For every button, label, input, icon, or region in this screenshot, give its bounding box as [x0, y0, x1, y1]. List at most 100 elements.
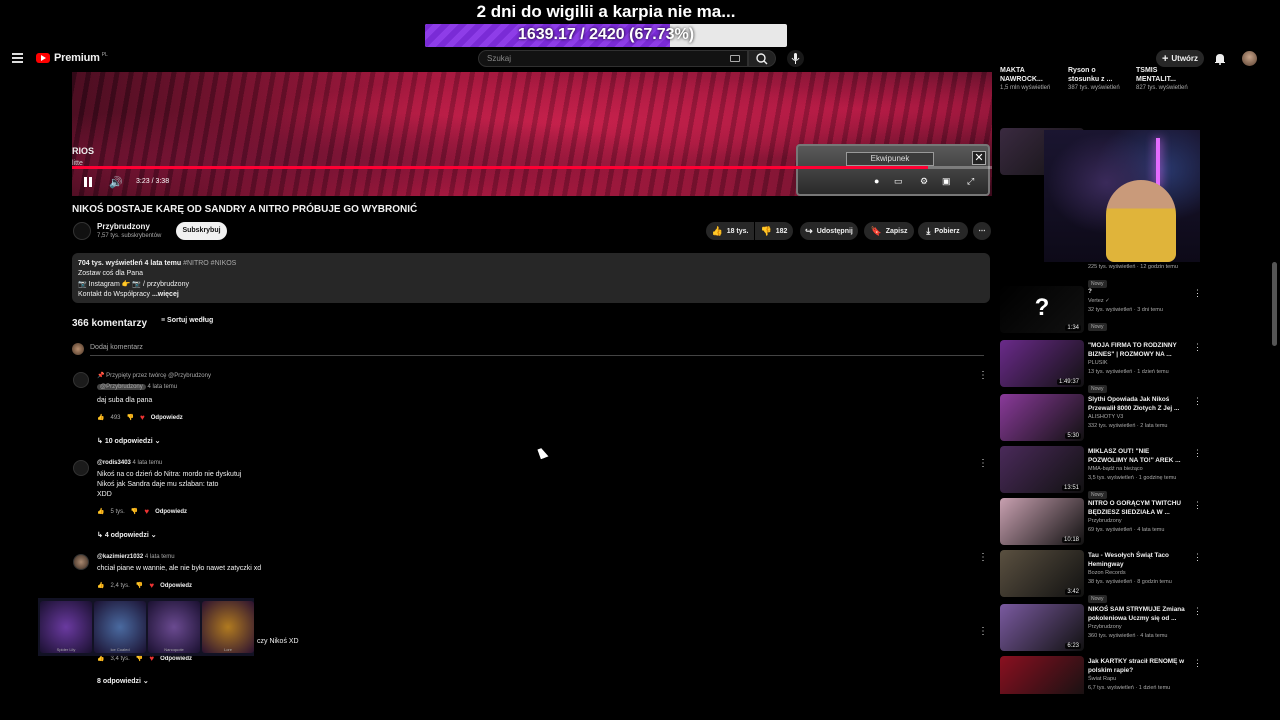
comment-reply-button[interactable]: Odpowiedz [155, 509, 187, 515]
comment-menu-icon[interactable]: ⋮ [978, 458, 988, 469]
download-button[interactable]: ⤓ Pobierz [918, 222, 968, 240]
comment-author[interactable]: @kazimierz1032 [97, 554, 143, 560]
dislike-button[interactable]: 👎 182 [755, 222, 793, 240]
sort-comments-button[interactable]: ≡ Sortuj według [161, 317, 213, 324]
settings-gear-icon[interactable]: ⚙ [920, 176, 928, 187]
comment-menu-icon[interactable]: ⋮ [978, 626, 988, 637]
show-replies-button[interactable]: 8 odpowiedzi ⌄ [97, 677, 149, 685]
description-line-2[interactable]: 📷 Instagram 👉 📷 / przybrudzony [78, 280, 984, 290]
sidebar-video-thumbnail[interactable]: 1:49:37 [1000, 340, 1084, 387]
streamer-webcam-overlay [1044, 130, 1200, 262]
search-button[interactable] [748, 50, 776, 67]
share-button[interactable]: ↪ Udostępnij [800, 222, 858, 240]
comment-dislike-icon[interactable]: 👎 [136, 655, 143, 662]
channel-avatar[interactable] [73, 222, 91, 240]
sidebar-video-info[interactable]: Tau - Wesołych Świąt Taco Hemingway Bozon… [1088, 552, 1188, 605]
comment-like-icon[interactable]: 👍 [97, 655, 104, 662]
comments-count: 366 komentarzy [72, 318, 148, 329]
comment-dislike-icon[interactable]: 👎 [131, 508, 138, 515]
page-scrollbar[interactable] [1272, 262, 1277, 346]
video-overlay-text: RIOS [72, 146, 95, 156]
comment-time[interactable]: 4 lata temu [147, 384, 177, 390]
video-description[interactable]: 704 tys. wyświetleń 4 lata temu #NITRO #… [72, 253, 990, 303]
sidebar-video-menu-icon[interactable]: ⋮ [1193, 396, 1202, 407]
youtube-logo[interactable]: Premium PL [36, 52, 108, 64]
add-comment-input[interactable]: Dodaj komentarz [90, 344, 143, 351]
account-avatar[interactable] [1242, 51, 1257, 66]
sidebar-video-thumbnail[interactable]: 6:23 [1000, 604, 1084, 651]
video-progress-bar[interactable] [72, 166, 992, 169]
bookmark-icon: 🔖 [870, 225, 882, 236]
sidebar-video-menu-icon[interactable]: ⋮ [1193, 500, 1202, 511]
comment-menu-icon[interactable]: ⋮ [978, 370, 988, 381]
comment-like-icon[interactable]: 👍 [97, 582, 104, 589]
sidebar-video-thumbnail[interactable]: 3:42 [1000, 550, 1084, 597]
sidebar-video-info[interactable]: NITRO O GORĄCYM TWITCHU BĘDZIESZ SIEDZIA… [1088, 500, 1188, 535]
comment-reply-button[interactable]: Odpowiedz [160, 656, 192, 662]
sidebar-top-video[interactable]: Ryson o stosunku z ... 387 tys. wyświetle… [1068, 66, 1128, 93]
sidebar-video-menu-icon[interactable]: ⋮ [1193, 658, 1202, 669]
show-replies-button[interactable]: ↳ 10 odpowiedzi ⌄ [97, 437, 160, 445]
sidebar-video-menu-icon[interactable]: ⋮ [1193, 448, 1202, 459]
comment-author[interactable]: @rodis3403 [97, 460, 131, 466]
sidebar-video-thumbnail[interactable]: ? 1:34 [1000, 286, 1084, 333]
youtube-play-icon [36, 53, 50, 63]
comment-avatar[interactable] [73, 372, 89, 388]
description-tags[interactable]: #NITRO #NIKOS [183, 260, 236, 267]
create-button[interactable]: + Utwórz [1156, 50, 1204, 67]
creator-heart-icon: ♥ [144, 507, 150, 516]
fullscreen-icon[interactable]: ⤢ [967, 176, 974, 187]
sidebar-video-menu-icon[interactable]: ⋮ [1193, 552, 1202, 563]
sidebar-video-info[interactable]: Jak KARTKY stracił RENOMĘ w polskim rapi… [1088, 658, 1188, 693]
chevron-down-icon: ⌄ [154, 438, 161, 445]
comment-dislike-icon[interactable]: 👎 [136, 582, 143, 589]
comment-reply-button[interactable]: Odpowiedz [160, 583, 192, 589]
comment-author[interactable]: @Przybrudzony [97, 384, 146, 390]
like-button[interactable]: 👍 18 tys. [706, 222, 754, 240]
sidebar-video-thumbnail[interactable]: 13:51 [1000, 446, 1084, 493]
comment-time[interactable]: 4 lata temu [145, 554, 175, 560]
save-button[interactable]: 🔖 Zapisz [864, 222, 914, 240]
sidebar-video-info[interactable]: "MOJA FIRMA TO RODZINNY BIZNES" | ROZMOW… [1088, 342, 1188, 395]
miniplayer-icon[interactable]: ▣ [942, 176, 951, 187]
comment-like-icon[interactable]: 👍 [97, 508, 104, 515]
description-more-link[interactable]: ...więcej [152, 291, 179, 298]
comment-dislike-icon[interactable]: 👎 [127, 414, 134, 421]
sidebar-video-channel: Vertez ✓ [1088, 297, 1110, 304]
comment-reply-button[interactable]: Odpowiedz [151, 415, 183, 421]
comment-like-count: 3,4 tys. [110, 655, 130, 662]
voice-search-button[interactable] [787, 50, 804, 67]
volume-icon[interactable]: 🔊 [109, 176, 123, 189]
menu-icon[interactable] [12, 53, 23, 63]
sidebar-video-thumbnail[interactable]: 5:30 [1000, 394, 1084, 441]
subtitles-icon[interactable]: ▭ [894, 176, 903, 187]
comment-time[interactable]: 4 lata temu [133, 460, 163, 466]
sidebar-video-info[interactable]: ? Vertez ✓ 32 tys. wyświetleń · 3 dni temu… [1088, 288, 1188, 333]
sidebar-video-menu-icon[interactable]: ⋮ [1193, 288, 1202, 299]
pause-icon[interactable] [84, 177, 92, 187]
notifications-bell-icon[interactable] [1214, 52, 1226, 65]
comment-avatar[interactable] [73, 554, 89, 570]
sidebar-top-video[interactable]: MAKTA NAWROCK... 1,5 mln wyświetleń [1000, 66, 1060, 93]
sidebar-video-menu-icon[interactable]: ⋮ [1193, 606, 1202, 617]
keyboard-icon[interactable] [730, 55, 740, 62]
sidebar-video-menu-icon[interactable]: ⋮ [1193, 342, 1202, 353]
more-actions-button[interactable]: ⋯ [973, 222, 991, 240]
sidebar-video-meta: 13 tys. wyświetleń · 1 dzień temu [1088, 369, 1169, 375]
sidebar-video-thumbnail[interactable]: 10:18 [1000, 498, 1084, 545]
subscribe-button[interactable]: Subskrybuj [176, 222, 227, 240]
sidebar-video-info[interactable]: NIKOŚ SAM STRYMUJE Zmiana pokoleniowa Uc… [1088, 606, 1188, 641]
show-replies-button[interactable]: ↳ 4 odpowiedzi ⌄ [97, 531, 157, 539]
video-player[interactable]: RIOS litte Ekwipunek ✕ 🔊 3:23 / 3:38 ● ▭… [72, 72, 992, 196]
sidebar-video-info[interactable]: MIKLASZ OUT! "NIE POZWOLIMY NA TO!" AREK… [1088, 448, 1188, 501]
comment-like-icon[interactable]: 👍 [97, 414, 104, 421]
channel-name[interactable]: Przybrudzony [97, 222, 150, 231]
search-input[interactable]: Szukaj [478, 50, 748, 67]
inventory-item-label: Nanoquote [164, 647, 184, 652]
comment-menu-icon[interactable]: ⋮ [978, 552, 988, 563]
sidebar-video-info[interactable]: Slythi Opowiada Jak Nikoś Przewalił 8000… [1088, 396, 1188, 431]
sidebar-top-video[interactable]: TSMIS MENTALIT... 827 tys. wyświetleń [1136, 66, 1196, 93]
comment-avatar[interactable] [73, 460, 89, 476]
sidebar-video-info[interactable]: 225 tys. wyświetleń · 12 godzin temu Nowy [1088, 263, 1188, 290]
autoplay-toggle-icon[interactable]: ● [874, 176, 879, 186]
